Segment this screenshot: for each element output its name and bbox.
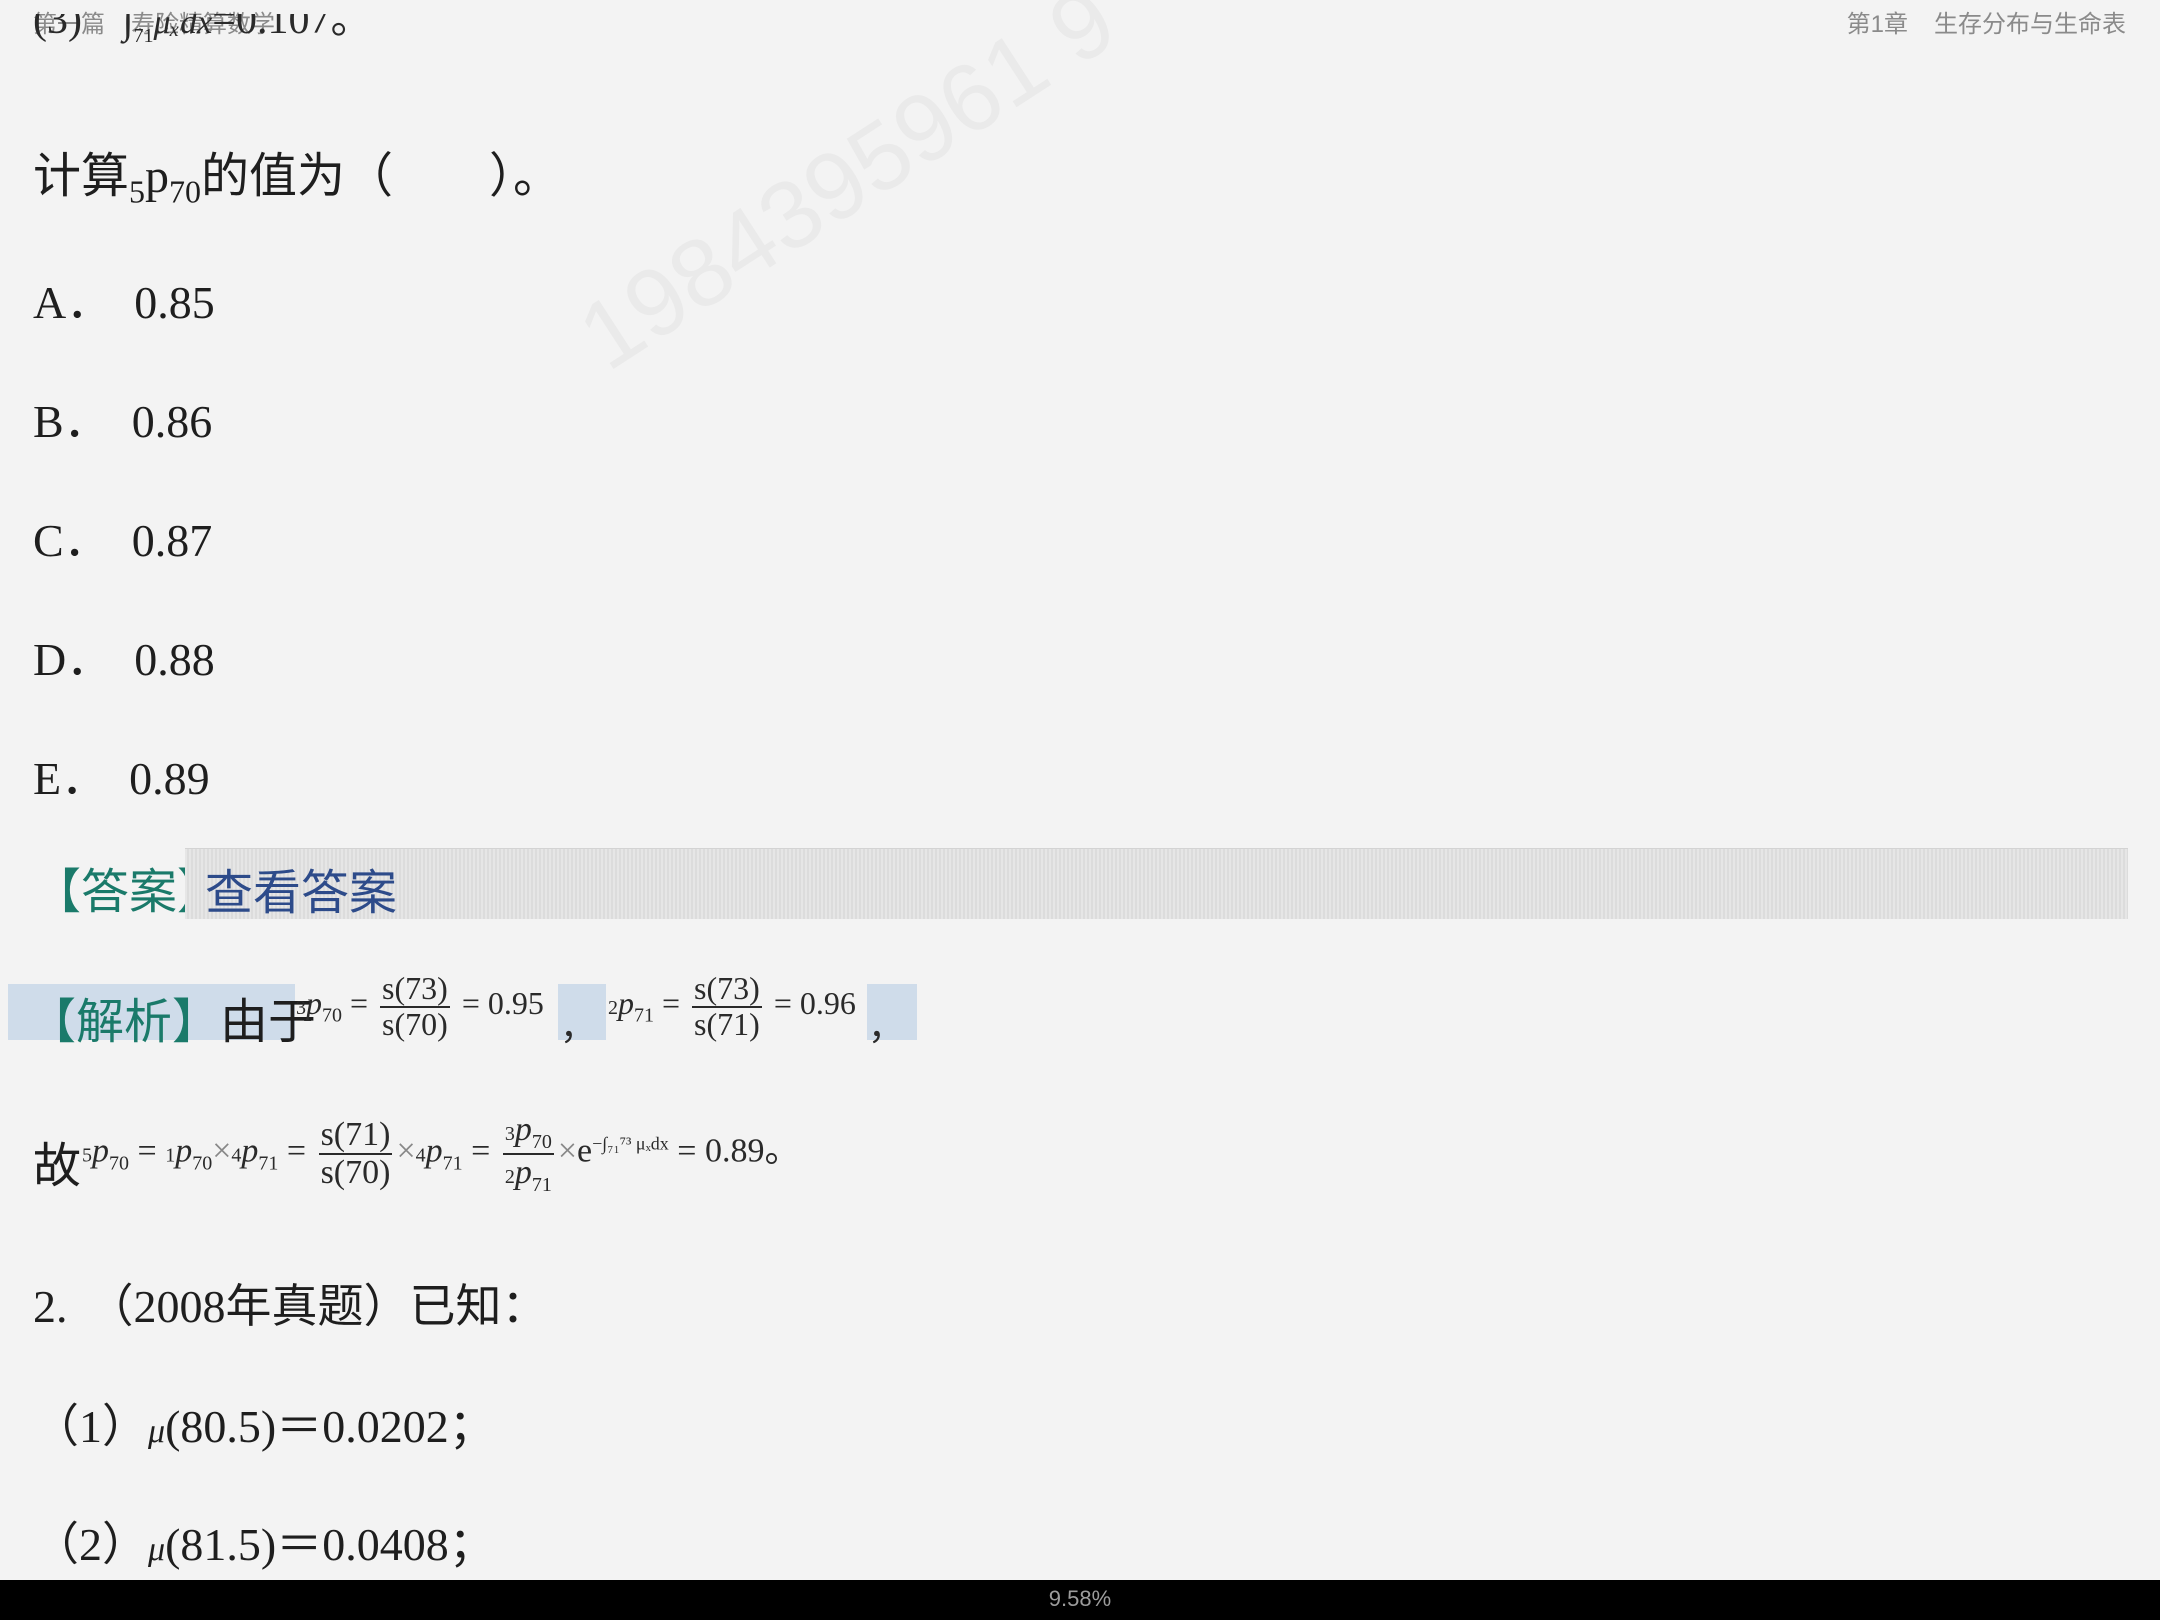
f1-sub: 70 — [322, 1004, 342, 1027]
t-mid-den: s(70) — [320, 1153, 391, 1191]
t-d-sub: 71 — [442, 1152, 463, 1175]
analysis-comma-1: ， — [560, 1007, 597, 1047]
question-2-text: （2008年真题）已知： — [87, 1281, 548, 1332]
reading-progress: 9.58% — [1048, 1586, 1112, 1611]
analysis-key: 【解析】由于 — [28, 982, 316, 1052]
f2-pre: 2 — [608, 996, 618, 1019]
option-label: D． — [33, 634, 113, 685]
header-right: 第1章 生存分布与生命表 — [1847, 4, 2126, 39]
t-b-sub: 70 — [192, 1152, 213, 1175]
option-label: A． — [33, 277, 113, 328]
option-b[interactable]: B． 0.86 — [33, 385, 212, 451]
condition-label: （1） — [33, 1401, 148, 1452]
t-result: = 0.89 — [677, 1132, 765, 1170]
t-rd-sub: 71 — [531, 1173, 552, 1196]
f1-num: s(73) — [380, 970, 450, 1008]
t-rd-pre: 2 — [504, 1165, 515, 1188]
condition-2: （2）μ(81.5)＝0.0408； — [33, 1508, 495, 1574]
bottom-status-bar: 9.58% — [0, 1580, 2160, 1620]
condition-expr: (81.5)＝0.0408； — [165, 1519, 495, 1570]
watermark: 1984395961 9 — [560, 0, 1135, 392]
t-end: 。 — [764, 1129, 801, 1170]
f2-sub: 71 — [634, 1004, 654, 1027]
view-answer-label: 查看答案 — [205, 865, 398, 921]
question-suffix: 的值为（ ）。 — [201, 150, 562, 203]
option-value: 0.86 — [131, 396, 213, 447]
condition-1: （1）μ(80.5)＝0.0202； — [33, 1390, 495, 1456]
question-p: p — [145, 150, 170, 203]
analysis-comma-2: ， — [868, 1007, 905, 1047]
f1-pre: 3 — [296, 996, 306, 1019]
option-value: 0.88 — [134, 634, 215, 685]
analysis-formula-1: 3p70 = s(73) s(70) = 0.95 — [296, 970, 544, 1042]
t-rn-sub: 70 — [531, 1130, 552, 1153]
condition-label: （2） — [33, 1519, 148, 1570]
f1-den: s(70) — [382, 1005, 448, 1042]
view-answer-button[interactable]: 查看答案 — [185, 848, 2128, 921]
option-a[interactable]: A． 0.85 — [33, 266, 215, 332]
t-mid-num: s(71) — [318, 1116, 393, 1155]
t-d-pre: 4 — [415, 1144, 426, 1167]
question-p-left: 5 — [129, 173, 146, 210]
question-text: 计算5p70的值为（ ）。 — [33, 136, 561, 211]
option-label: C． — [33, 515, 110, 566]
option-value: 0.89 — [129, 753, 210, 804]
f2-fraction: s(73) s(71) — [692, 970, 762, 1042]
f2-value: = 0.96 — [773, 984, 856, 1021]
t-b-pre: 1 — [165, 1144, 176, 1167]
chapter-title: 生存分布与生命表 — [1934, 11, 2126, 38]
option-e[interactable]: E． 0.89 — [33, 742, 210, 808]
t-exp-e: e — [577, 1132, 593, 1170]
fragment-value: =0.107。 — [212, 14, 373, 43]
option-d[interactable]: D． 0.88 — [33, 623, 215, 689]
condition-expr: (80.5)＝0.0202； — [165, 1401, 495, 1452]
t-rn-pre: 3 — [504, 1123, 515, 1145]
t-ratio-fraction: 3p70 2p71 — [502, 1111, 554, 1196]
analysis-formula-2: 2p71 = s(73) s(71) = 0.96 — [608, 970, 856, 1042]
option-c[interactable]: C． 0.87 — [33, 504, 212, 570]
t-mid-fraction: s(71) s(70) — [318, 1116, 393, 1191]
option-value: 0.87 — [131, 515, 213, 566]
analysis-key-label: 【解析】 — [28, 994, 221, 1050]
question-2-heading: 2. （2008年真题）已知： — [33, 1270, 548, 1336]
question-p-right: 70 — [169, 173, 202, 210]
fragment-label: (3) — [33, 14, 82, 43]
therefore-lead: 故 — [33, 1138, 82, 1194]
t-a-pre: 5 — [82, 1144, 92, 1167]
f1-value: = 0.95 — [461, 984, 544, 1021]
question-2-number: 2. — [33, 1281, 68, 1332]
option-value: 0.85 — [134, 277, 215, 328]
option-label: E． — [33, 753, 108, 804]
condition-mu: μ — [148, 1531, 166, 1568]
option-label: B． — [33, 396, 110, 447]
f2-den: s(71) — [694, 1005, 760, 1042]
question-prefix: 计算 — [33, 150, 130, 203]
t-c-sub: 71 — [258, 1152, 279, 1175]
condition-mu: μ — [148, 1413, 166, 1450]
therefore-formula: 5p70 = 1p70×4p71 = s(71) s(70) ×4p71 = 3p7… — [82, 1111, 801, 1196]
integral-sign: ∫71 — [122, 14, 154, 47]
chapter-label: 第1章 — [1846, 11, 1908, 38]
f1-fraction: s(73) s(70) — [380, 970, 450, 1042]
t-exp-sup: −∫₇₁⁷³ μₓdx — [592, 1133, 669, 1154]
answer-row: 【答案】 查看答案 — [33, 848, 2128, 921]
t-a-sub: 70 — [109, 1152, 129, 1175]
t-c-pre: 4 — [231, 1144, 242, 1167]
top-fragment: (3) ∫71μₓdx=0.107。 — [33, 14, 372, 58]
fragment-expr: μₓdx — [153, 14, 213, 41]
f2-num: s(73) — [692, 970, 762, 1008]
